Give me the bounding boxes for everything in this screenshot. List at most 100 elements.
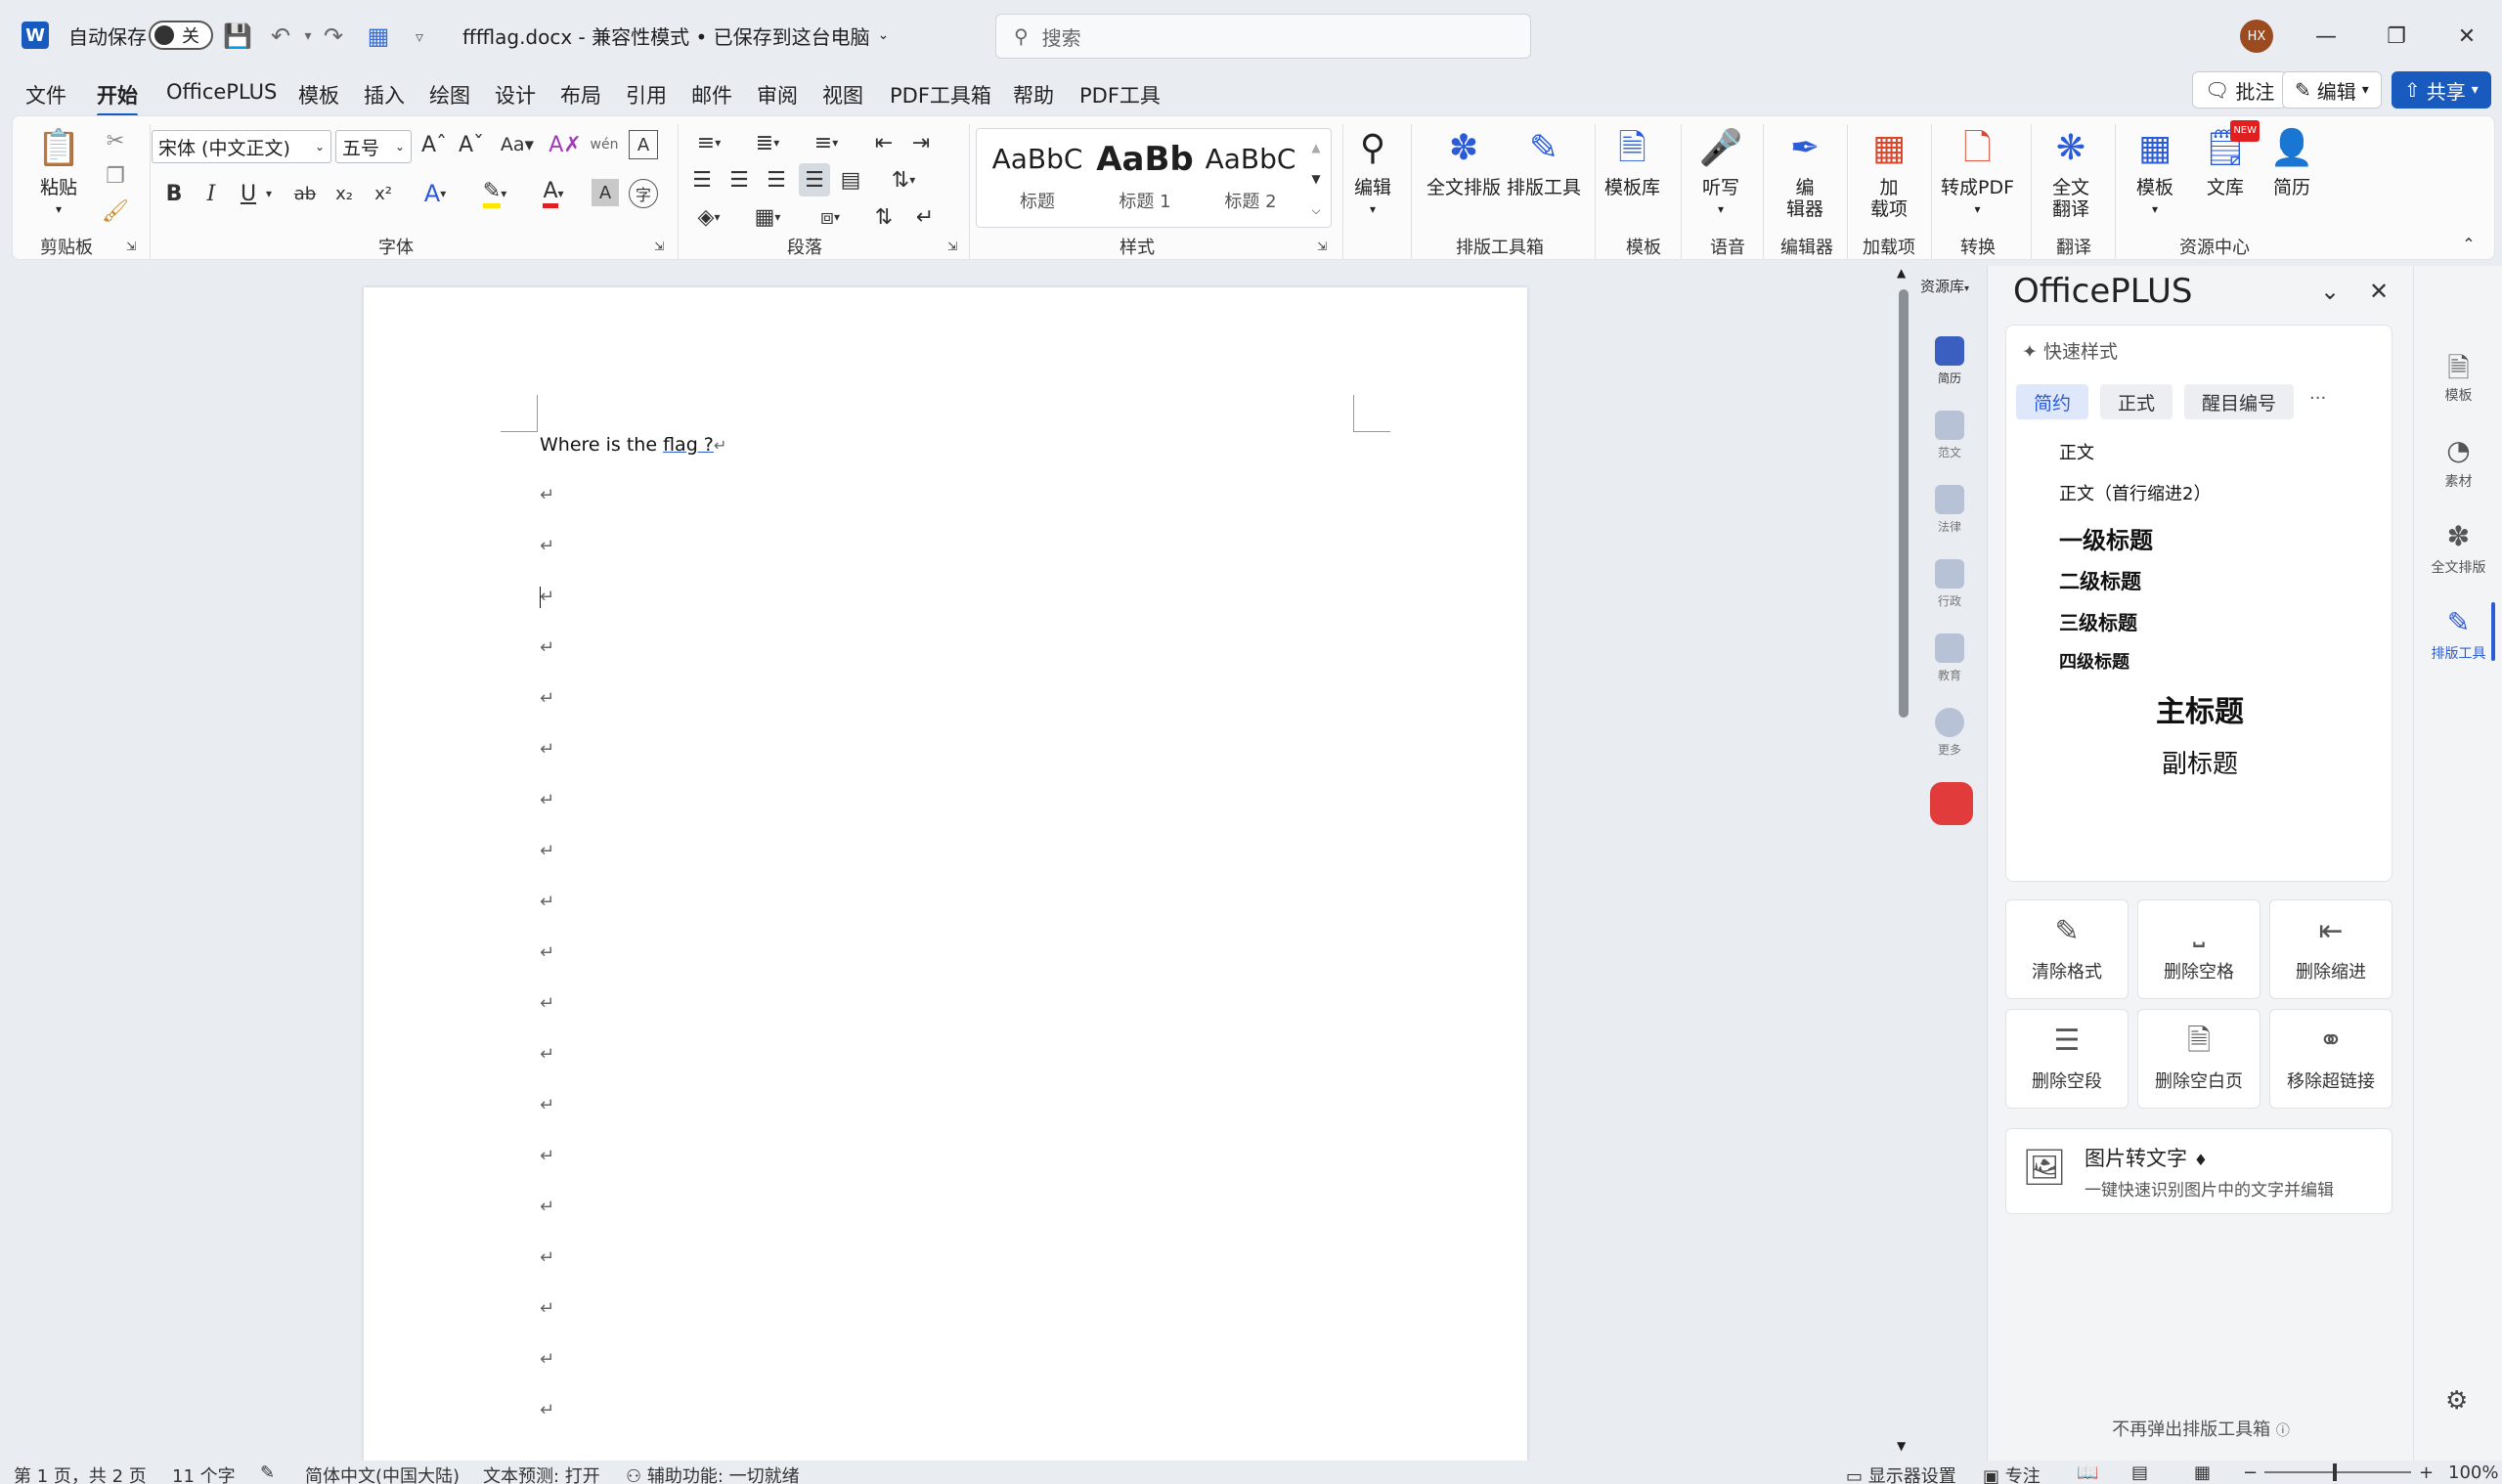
edit-mode-button[interactable]: ✎ 编辑 ▾ bbox=[2282, 71, 2382, 109]
numbering-icon[interactable]: ≣ ▾ bbox=[746, 128, 789, 157]
tab-design[interactable]: 设计 bbox=[495, 80, 536, 109]
change-case-icon[interactable]: Aa▾ bbox=[496, 130, 539, 159]
copy-icon[interactable]: ❐ bbox=[101, 161, 130, 191]
collapse-ribbon-icon[interactable]: ⌃ bbox=[2457, 232, 2480, 255]
tab-file[interactable]: 文件 bbox=[25, 80, 66, 109]
document-scrollbar[interactable]: ▲ ▼ bbox=[1897, 266, 1912, 1461]
bullets-icon[interactable]: ≡ ▾ bbox=[687, 128, 730, 157]
document-title[interactable]: fffflag.docx - 兼容性模式 • 已保存到这台电脑 ⌄ bbox=[462, 0, 889, 70]
pdf-toolbox-icon[interactable]: ▦ bbox=[364, 22, 393, 51]
zoom-out-icon[interactable]: − bbox=[2243, 1462, 2258, 1483]
tab-layout[interactable]: 布局 bbox=[560, 80, 601, 109]
gallery-down-icon[interactable]: ▼ bbox=[1305, 164, 1327, 194]
word-count[interactable]: 11 个字 bbox=[172, 1462, 236, 1484]
tab-view[interactable]: 视图 bbox=[822, 80, 863, 109]
typeset-tool-button[interactable]: ✎ 排版工具 bbox=[1507, 124, 1581, 199]
zoom-level[interactable]: 100% bbox=[2448, 1462, 2498, 1483]
more-chips-icon[interactable]: ··· bbox=[2309, 388, 2326, 409]
style-heading-level1[interactable]: 一级标题 bbox=[2059, 521, 2153, 555]
rail-typeset-tool[interactable]: ✎ 排版工具 bbox=[2414, 602, 2502, 663]
underline-button[interactable]: U bbox=[234, 179, 263, 208]
resource-library-dropdown[interactable]: 资源库▾ bbox=[1920, 276, 1969, 296]
paste-button[interactable]: 📋 粘贴 ▾ bbox=[34, 124, 83, 220]
zoom-in-icon[interactable]: + bbox=[2419, 1462, 2434, 1483]
delete-indent-button[interactable]: ⇤ 删除缩进 bbox=[2269, 899, 2392, 999]
undo-icon[interactable]: ↶ bbox=[266, 22, 295, 51]
increase-indent-icon[interactable]: ⇥ bbox=[906, 128, 936, 157]
rail-full-typeset[interactable]: ✽ 全文排版 bbox=[2414, 520, 2502, 577]
tab-home[interactable]: 开始 bbox=[97, 80, 138, 117]
resource-sample[interactable]: 范文 bbox=[1912, 411, 1987, 460]
settings-gear-icon[interactable]: ⚙ bbox=[2445, 1386, 2468, 1416]
resource-resume[interactable]: 简历 bbox=[1912, 336, 1987, 386]
style-heading-2[interactable]: AaBbC 标题 2 bbox=[1198, 139, 1303, 219]
web-layout-icon[interactable]: ▦ bbox=[2194, 1462, 2211, 1483]
tab-insert[interactable]: 插入 bbox=[364, 80, 405, 109]
pane-options-icon[interactable]: ⌄ bbox=[2320, 278, 2340, 305]
style-title[interactable]: AaBbC 标题 bbox=[985, 139, 1090, 219]
template-library-button[interactable]: 🗎 模板库 bbox=[1604, 124, 1660, 199]
tab-pdf-tools[interactable]: PDF工具 bbox=[1079, 80, 1161, 109]
shrink-font-icon[interactable]: Aˇ bbox=[457, 130, 486, 159]
redo-icon[interactable]: ↷ bbox=[319, 22, 348, 51]
text-prediction-status[interactable]: 文本预测: 打开 bbox=[483, 1462, 600, 1484]
translate-button[interactable]: ❋ 全文 翻译 bbox=[2046, 124, 2095, 221]
image-to-text-button[interactable]: 🖼 图片转文字 ♦ 一键快速识别图片中的文字并编辑 bbox=[2005, 1128, 2392, 1214]
read-mode-icon[interactable]: 📖 bbox=[2077, 1462, 2098, 1483]
borders-icon[interactable]: ▦ ▾ bbox=[746, 202, 789, 232]
phonetic-guide-icon[interactable]: wén bbox=[590, 130, 619, 159]
align-right-icon[interactable]: ☰ bbox=[762, 165, 791, 195]
close-icon[interactable]: ✕ bbox=[2444, 14, 2489, 59]
gallery-more-icon[interactable]: ⌵ bbox=[1305, 196, 1327, 225]
minimize-icon[interactable]: — bbox=[2304, 14, 2348, 59]
italic-button[interactable]: I bbox=[197, 179, 226, 208]
tab-review[interactable]: 审阅 bbox=[757, 80, 798, 109]
paragraph-launcher-icon[interactable]: ⇲ bbox=[944, 238, 961, 255]
print-layout-icon[interactable]: ▤ bbox=[2131, 1462, 2148, 1483]
clear-format-button[interactable]: ✎ 清除格式 bbox=[2005, 899, 2129, 999]
save-icon[interactable]: 💾 bbox=[223, 22, 252, 51]
bold-button[interactable]: B bbox=[159, 179, 189, 208]
character-border-icon[interactable]: A bbox=[629, 130, 658, 159]
style-heading-1[interactable]: AaBb 标题 1 bbox=[1092, 139, 1198, 219]
proofing-icon[interactable]: ✎ bbox=[260, 1462, 275, 1483]
edit-button[interactable]: ⚲ 编辑 ▾ bbox=[1348, 124, 1397, 220]
chinese-layout-icon[interactable]: ⧈ ▾ bbox=[809, 202, 852, 232]
tab-template[interactable]: 模板 bbox=[298, 80, 339, 109]
chip-simple[interactable]: 简约 bbox=[2016, 384, 2089, 419]
subscript-button[interactable]: x₂ bbox=[329, 179, 359, 208]
shading-icon[interactable]: ◈ ▾ bbox=[687, 202, 730, 232]
customize-qat-icon[interactable]: ▿ bbox=[405, 22, 434, 51]
avatar[interactable]: HX bbox=[2240, 20, 2273, 53]
delete-empty-paragraph-button[interactable]: ☰ 删除空段 bbox=[2005, 1009, 2129, 1109]
style-main-title[interactable]: 主标题 bbox=[2006, 687, 2393, 730]
styles-launcher-icon[interactable]: ⇲ bbox=[1313, 238, 1331, 255]
autosave-toggle[interactable]: 关 bbox=[149, 0, 213, 70]
superscript-button[interactable]: x² bbox=[369, 179, 398, 208]
font-size-select[interactable]: 五号 ⌄ bbox=[335, 130, 412, 163]
style-heading-level3[interactable]: 三级标题 bbox=[2059, 607, 2137, 635]
font-launcher-icon[interactable]: ⇲ bbox=[650, 238, 668, 255]
grow-font-icon[interactable]: Aˆ bbox=[419, 130, 449, 159]
focus-button[interactable]: ▣ 专注 bbox=[1983, 1462, 2041, 1484]
format-painter-icon[interactable]: 🖌 bbox=[101, 196, 130, 226]
text-effects-icon[interactable]: A ▾ bbox=[414, 179, 457, 208]
chip-formal[interactable]: 正式 bbox=[2100, 384, 2173, 419]
distributed-icon[interactable]: ▤ bbox=[836, 165, 865, 195]
share-button[interactable]: ⇧ 共享 ▾ bbox=[2392, 71, 2491, 109]
resource-more[interactable]: 更多 bbox=[1912, 708, 1987, 758]
tab-pdf-toolbox[interactable]: PDF工具箱 bbox=[890, 80, 991, 109]
red-envelope-icon[interactable] bbox=[1930, 782, 1973, 825]
comment-button[interactable]: 🗨 批注 bbox=[2192, 71, 2288, 109]
font-color-icon[interactable]: A ▾ bbox=[529, 179, 578, 208]
restore-icon[interactable]: ❐ bbox=[2374, 14, 2419, 59]
multilevel-list-icon[interactable]: ≡ ▾ bbox=[805, 128, 848, 157]
page-count[interactable]: 第 1 页，共 2 页 bbox=[14, 1462, 147, 1484]
dont-show-again-link[interactable]: 不再弹出排版工具箱 ⓘ bbox=[1988, 1416, 2414, 1441]
clipboard-launcher-icon[interactable]: ⇲ bbox=[122, 238, 140, 255]
style-body[interactable]: 正文 bbox=[2059, 439, 2094, 464]
resume-button[interactable]: 👤 简历 bbox=[2267, 124, 2316, 199]
tab-mailings[interactable]: 邮件 bbox=[691, 80, 732, 109]
tab-officeplus[interactable]: OfficePLUS bbox=[166, 80, 277, 104]
tab-references[interactable]: 引用 bbox=[626, 80, 667, 109]
